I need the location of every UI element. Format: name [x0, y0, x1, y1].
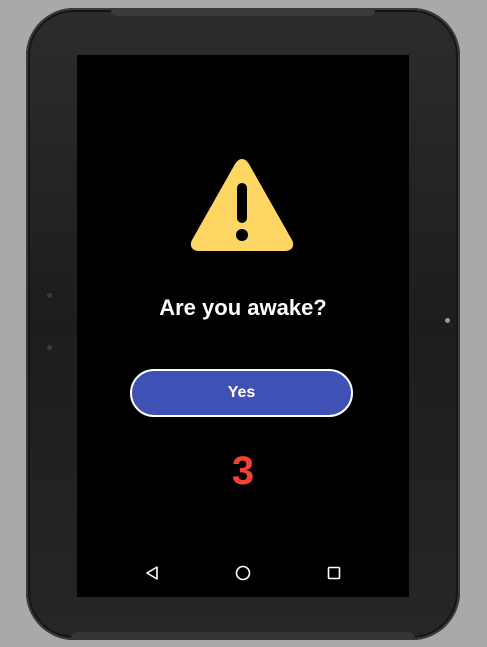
countdown-number: 3: [231, 449, 255, 493]
yes-button-label: Yes: [227, 384, 256, 401]
recents-icon: [327, 566, 341, 580]
warning-icon: [190, 159, 294, 251]
screen: Are you awake? Yes 3: [77, 55, 409, 597]
sensor-dot: [47, 345, 52, 350]
tablet-device: Are you awake? Yes 3: [26, 8, 460, 640]
nav-recents-button[interactable]: [318, 557, 350, 589]
home-icon: [235, 565, 251, 581]
device-top-edge: [111, 8, 375, 16]
back-icon: [146, 566, 158, 580]
dialog-title: Are you awake?: [159, 295, 327, 320]
nav-home-button[interactable]: [227, 557, 259, 589]
camera-dot: [445, 318, 450, 323]
sensor-dot: [47, 293, 52, 298]
nav-back-button[interactable]: [136, 557, 168, 589]
yes-button[interactable]: Yes: [130, 369, 353, 417]
device-bottom-edge: [71, 632, 415, 640]
navigation-bar: [77, 549, 409, 597]
